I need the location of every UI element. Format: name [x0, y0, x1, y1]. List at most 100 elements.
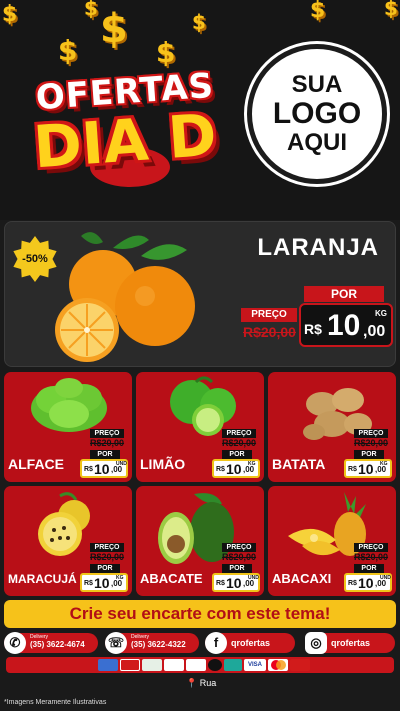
old-price-label: PREÇO	[354, 543, 388, 552]
price-unit: KG	[375, 309, 387, 318]
old-price: R$20,00	[243, 324, 296, 340]
product-name: ABACATE	[140, 571, 203, 586]
price-unit: KG	[380, 461, 388, 467]
payment-visa-icon: VISA	[244, 659, 266, 671]
whatsapp-icon: ✆	[4, 632, 26, 654]
product-name: MARACUJÁ	[8, 572, 77, 586]
new-price-label: POR	[90, 564, 120, 573]
instagram-handle: qrofertas	[331, 638, 371, 648]
currency: R$	[84, 466, 93, 473]
product-name: LIMÃO	[140, 456, 186, 472]
product-card[interactable]: PREÇO R$20,00 POR R$ 10 ,00 UND ALFACE	[4, 372, 132, 482]
product-name: ABACAXI	[272, 571, 332, 586]
price-integer: 10	[358, 575, 374, 591]
price-box: R$ 10 ,00 KG	[80, 573, 128, 592]
currency: R$	[216, 466, 225, 473]
new-price-label: POR	[222, 564, 252, 573]
product-card[interactable]: PREÇO R$20,00 POR R$ 10 ,00 UND ABACAXI	[268, 486, 396, 596]
payment-mastercard-icon	[268, 659, 288, 671]
dollar-icon: $	[384, 0, 398, 20]
payment-card-icon	[98, 659, 118, 671]
product-card[interactable]: PREÇO R$20,00 POR R$ 10 ,00 KG MARACUJÁ	[4, 486, 132, 596]
header-banner: $ $ $ $ $ $ $ $ OFERTAS DIA D SUA LOGO A…	[0, 0, 400, 220]
contact-phone: (35) 3622-4674	[30, 640, 85, 649]
orange-image	[55, 232, 195, 362]
payment-pix-icon	[164, 659, 184, 671]
title-dia-d: DIA D	[31, 100, 219, 182]
new-price-label: POR	[90, 450, 120, 459]
product-card[interactable]: PREÇO R$20,00 POR R$ 10 ,00 UND ABACATE	[136, 486, 264, 596]
product-card[interactable]: PREÇO R$20,00 POR R$ 10 ,00 KG BATATA	[268, 372, 396, 482]
phone-contact[interactable]: ☏ Delivery (35) 3622-4322	[105, 632, 199, 654]
price-decimal: ,00	[363, 323, 386, 340]
currency: R$	[216, 580, 225, 587]
old-price-label: PREÇO	[90, 543, 124, 552]
price-integer: 10	[358, 461, 374, 477]
price-box: R$ 10 ,00 KG	[212, 459, 260, 478]
logo-text: AQUI	[287, 129, 347, 157]
location-pin-icon: 📍	[186, 678, 198, 688]
logo-text: LOGO	[272, 96, 362, 130]
new-price-label: POR	[354, 564, 384, 573]
price-box: R$ 10 ,00 UND	[80, 459, 128, 478]
price-unit: KG	[248, 461, 256, 467]
whatsapp-contact[interactable]: ✆ Delivery (35) 3622-4674	[4, 632, 98, 654]
facebook-handle: qrofertas	[231, 638, 271, 648]
old-price-label: PREÇO	[241, 308, 297, 322]
currency: R$	[84, 580, 93, 587]
price-unit: KG	[116, 575, 124, 581]
price-integer: 10	[226, 461, 242, 477]
payment-cash-icon	[142, 659, 162, 671]
dollar-icon: $	[310, 0, 326, 23]
payment-card-icon	[290, 659, 310, 671]
cta-button[interactable]: Crie seu encarte com este tema!	[4, 600, 396, 628]
old-price: R$20,00	[354, 438, 389, 448]
price-integer: 10	[327, 309, 361, 342]
old-price: R$20,00	[222, 552, 257, 562]
disclaimer: *Imagens Meramente Ilustrativas	[4, 699, 107, 706]
contact-phone: (35) 3622-4322	[131, 640, 186, 649]
dollar-icon: $	[192, 10, 206, 34]
currency: R$	[348, 466, 357, 473]
price-box: R$ 10 ,00 UND	[212, 573, 260, 592]
hero-product-name: LARANJA	[257, 234, 379, 261]
price-integer: 10	[94, 461, 110, 477]
logo-text: SUA	[291, 70, 343, 98]
old-price-label: PREÇO	[90, 429, 124, 438]
old-price: R$20,00	[354, 552, 389, 562]
payment-card-icon	[120, 659, 140, 671]
old-price: R$20,00	[90, 552, 125, 562]
facebook-icon: f	[205, 632, 227, 654]
payment-elo-icon	[208, 659, 222, 671]
phone-icon: ☏	[105, 632, 127, 654]
price-unit: UND	[116, 461, 127, 467]
new-price-label: POR	[304, 286, 384, 302]
product-card[interactable]: PREÇO R$20,00 POR R$ 10 ,00 KG LIMÃO	[136, 372, 264, 482]
price-integer: 10	[94, 575, 110, 591]
facebook-contact[interactable]: f qrofertas	[205, 632, 295, 654]
new-price-label: POR	[354, 450, 384, 459]
old-price: R$20,00	[90, 438, 125, 448]
old-price-label: PREÇO	[222, 429, 256, 438]
product-name: BATATA	[272, 456, 326, 472]
dollar-icon: $	[100, 6, 128, 52]
new-price-label: POR	[222, 450, 252, 459]
price-unit: UND	[248, 575, 259, 581]
dollar-icon: $	[2, 2, 18, 27]
instagram-icon: ◎	[305, 632, 327, 654]
price-integer: 10	[226, 575, 242, 591]
logo-placeholder[interactable]: SUA LOGO AQUI	[247, 44, 387, 184]
old-price-label: PREÇO	[222, 543, 256, 552]
currency: R$	[304, 321, 322, 337]
payment-card-icon	[224, 659, 242, 671]
price-box: R$ 10 ,00 KG	[344, 459, 392, 478]
old-price: R$20,00	[222, 438, 257, 448]
instagram-contact[interactable]: ◎ qrofertas	[305, 632, 395, 654]
payment-methods-bar: VISA	[6, 657, 394, 673]
old-price-label: PREÇO	[354, 429, 388, 438]
hero-product-card[interactable]: -50% LARANJA PREÇO R$20,00 POR R$ 10 ,00…	[4, 221, 396, 367]
address-text: Rua	[199, 678, 217, 688]
dollar-icon: $	[84, 0, 98, 20]
price-unit: UND	[380, 575, 391, 581]
lettuce-image	[31, 378, 107, 432]
